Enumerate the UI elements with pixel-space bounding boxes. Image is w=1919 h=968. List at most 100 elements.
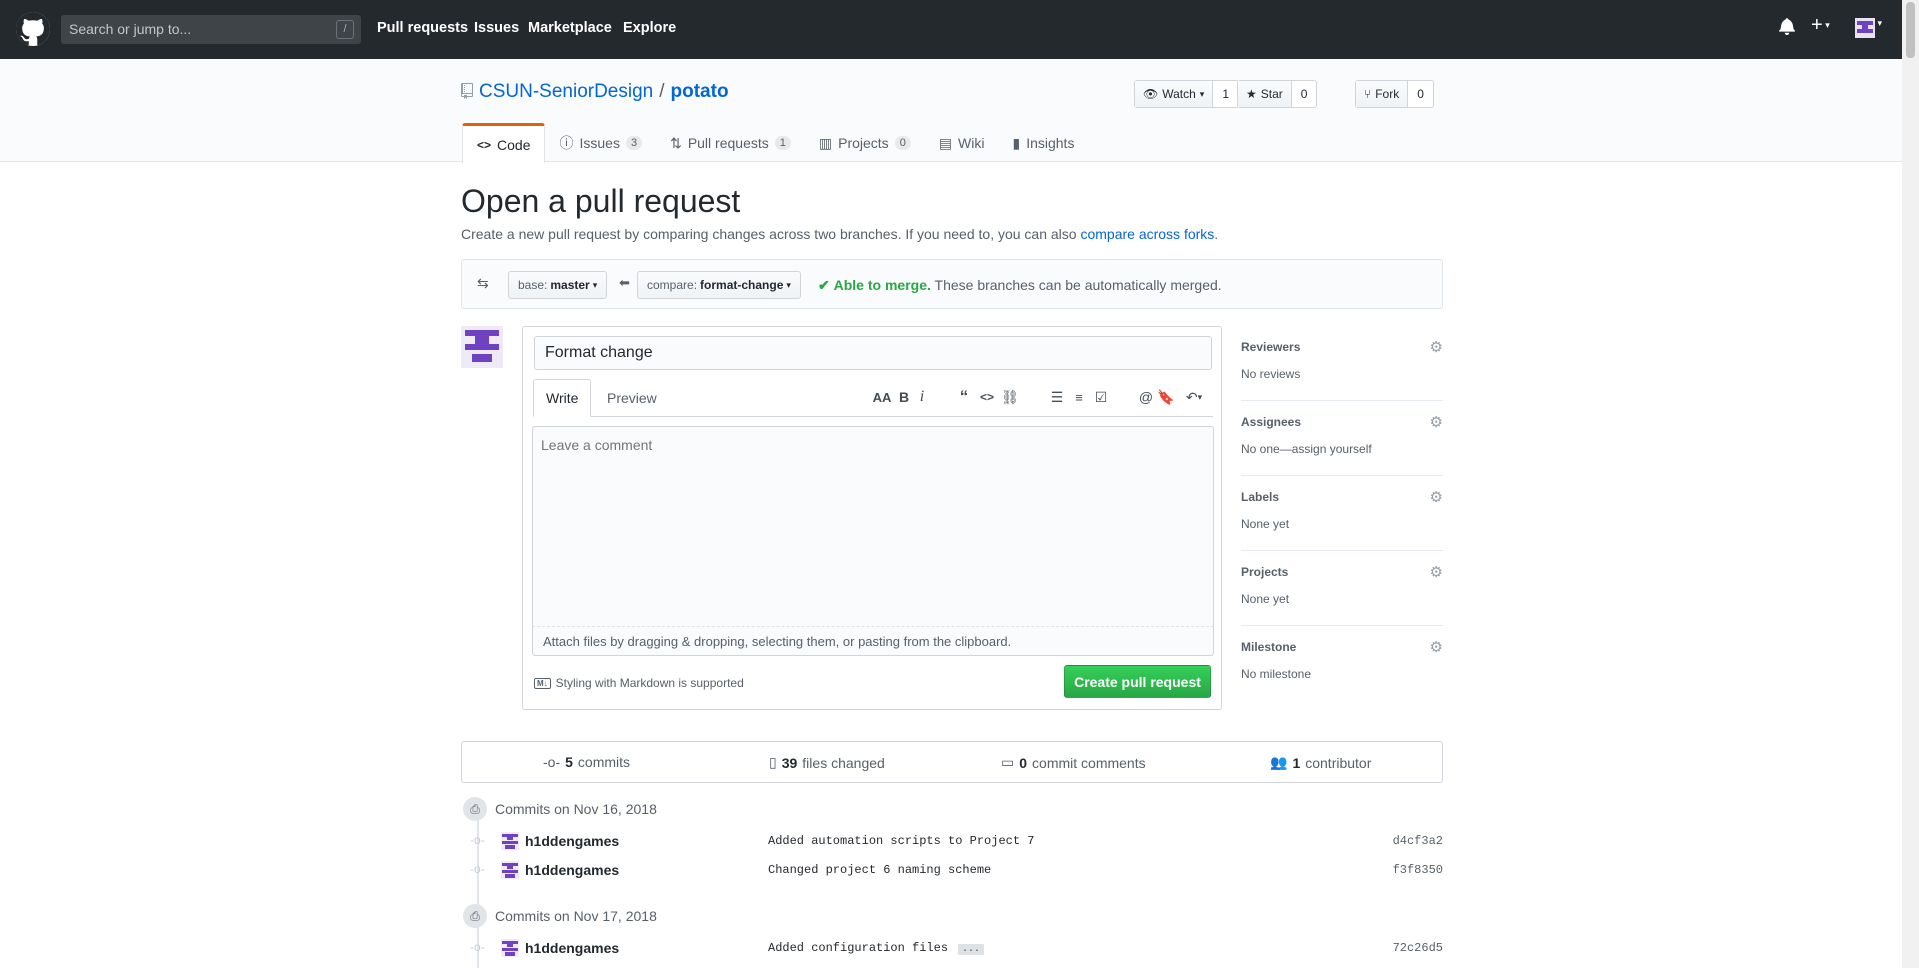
- code-icon[interactable]: <>: [976, 387, 998, 407]
- files-label: files changed: [802, 754, 885, 771]
- nav-pull-requests[interactable]: Pull requests: [377, 20, 468, 36]
- pull-requests-counter: 1: [774, 136, 791, 150]
- create-pull-request-button[interactable]: Create pull request: [1064, 665, 1211, 698]
- pr-title-input[interactable]: [534, 336, 1212, 370]
- star-count[interactable]: 0: [1292, 81, 1317, 107]
- ordered-list-icon[interactable]: ≡: [1068, 387, 1090, 407]
- compare-summary: -o- 5 commits ▯ 39 files changed ▭ 0 com…: [461, 741, 1443, 783]
- nav-issues[interactable]: Issues: [474, 20, 519, 36]
- eye-icon: 👁: [1143, 87, 1159, 101]
- repo-name-link[interactable]: potato: [671, 81, 729, 103]
- tab-insights[interactable]: ▮ Insights: [998, 123, 1088, 163]
- gear-icon[interactable]: ⚙: [1430, 338, 1443, 356]
- star-button[interactable]: ★ Star: [1238, 81, 1292, 107]
- italic-icon[interactable]: i: [911, 387, 933, 407]
- file-diff-icon: ▯: [769, 754, 777, 770]
- gear-icon[interactable]: ⚙: [1430, 488, 1443, 506]
- fork-button-group: ⑂ Fork 0: [1355, 80, 1434, 108]
- commit-author[interactable]: h1ddengames: [525, 833, 619, 849]
- search-placeholder: Search or jump to...: [69, 21, 192, 37]
- mention-icon[interactable]: @: [1135, 387, 1157, 407]
- tab-wiki[interactable]: ▤ Wiki: [925, 123, 999, 163]
- commits-tab[interactable]: -o- 5 commits: [543, 754, 630, 770]
- contributors-tab[interactable]: 👥 1 contributor: [1270, 754, 1371, 771]
- sidebar-value[interactable]: No one—assign yourself: [1241, 442, 1372, 456]
- files-count: 39: [781, 754, 798, 771]
- commit-message-group: Added configuration files...: [768, 941, 985, 955]
- repo-owner-link[interactable]: CSUN-SeniorDesign: [479, 81, 653, 103]
- nav-explore[interactable]: Explore: [623, 20, 676, 36]
- search-shortcut-hint: /: [336, 20, 354, 39]
- nav-marketplace[interactable]: Marketplace: [528, 20, 612, 36]
- gear-icon[interactable]: ⚙: [1430, 563, 1443, 581]
- sidebar-value: No reviews: [1241, 367, 1301, 381]
- task-list-icon[interactable]: ☑: [1090, 387, 1112, 407]
- tab-preview[interactable]: Preview: [595, 379, 669, 417]
- branch-range-editor: ⇆ base: master ▾ ⬅ compare: format-chang…: [461, 259, 1443, 309]
- comment-textarea[interactable]: [532, 426, 1214, 626]
- github-logo-icon[interactable]: [16, 12, 50, 46]
- merge-status: ✔ Able to merge. These branches can be a…: [818, 277, 1222, 294]
- fork-icon: ⑂: [1364, 87, 1372, 101]
- watch-count[interactable]: 1: [1213, 81, 1238, 107]
- repo-push-icon: ⎙: [463, 904, 487, 928]
- link-icon[interactable]: ⛓: [999, 387, 1021, 407]
- commit-sha[interactable]: f3f8350: [1393, 863, 1443, 877]
- bookmark-icon[interactable]: 🔖: [1155, 387, 1177, 407]
- tab-write[interactable]: Write: [533, 379, 592, 417]
- compare-branch-select[interactable]: compare: format-change ▾: [637, 271, 801, 299]
- tab-projects[interactable]: ▥ Projects 0: [805, 123, 925, 163]
- sidebar-assignees: Assignees ⚙ No one—assign yourself: [1241, 401, 1443, 476]
- quote-icon[interactable]: “: [953, 387, 975, 407]
- commit-author-avatar[interactable]: [501, 832, 519, 850]
- contributors-count: 1: [1292, 754, 1301, 771]
- tab-pull-requests[interactable]: ⇅ Pull requests 1: [656, 123, 805, 163]
- files-changed-tab[interactable]: ▯ 39 files changed: [769, 754, 885, 771]
- compare-switch-icon[interactable]: ⇆: [477, 275, 489, 292]
- sidebar-reviewers: Reviewers ⚙ No reviews: [1241, 326, 1443, 401]
- commit-message[interactable]: Added automation scripts to Project 7: [768, 834, 1034, 848]
- merge-status-label: Able to merge.: [833, 277, 931, 293]
- commit-group-header: ⎙ Commits on Nov 17, 2018: [463, 904, 657, 928]
- gear-icon[interactable]: ⚙: [1430, 638, 1443, 656]
- expand-commit-body-button[interactable]: ...: [958, 944, 985, 955]
- subtitle-text: Create a new pull request by comparing c…: [461, 226, 1077, 242]
- sidebar-value: No milestone: [1241, 667, 1312, 681]
- commit-sha[interactable]: d4cf3a2: [1393, 834, 1443, 848]
- notifications-bell-icon[interactable]: [1779, 17, 1795, 38]
- check-icon: ✔: [818, 277, 830, 293]
- star-icon: ★: [1246, 87, 1257, 101]
- commit-message[interactable]: Changed project 6 naming scheme: [768, 863, 991, 877]
- tab-code[interactable]: <> Code: [462, 123, 546, 163]
- scrollbar-thumb[interactable]: [1906, 2, 1915, 58]
- author-avatar[interactable]: [461, 326, 503, 368]
- page-scrollbar[interactable]: [1902, 0, 1919, 968]
- unordered-list-icon[interactable]: ☰: [1046, 387, 1068, 407]
- sidebar-value: None yet: [1241, 517, 1290, 531]
- commit-message[interactable]: Added configuration files: [768, 941, 948, 955]
- commit-comments-tab[interactable]: ▭ 0 commit comments: [1001, 754, 1146, 771]
- commit-author[interactable]: h1ddengames: [525, 940, 619, 956]
- text-size-icon[interactable]: AA: [871, 387, 893, 407]
- base-branch-select[interactable]: base: master ▾: [508, 271, 608, 299]
- global-header: Search or jump to... / Pull requests Iss…: [0, 0, 1919, 59]
- commit-row: -o- h1ddengames Changed project 6 naming…: [470, 860, 1443, 882]
- tab-issues[interactable]: ⓘ Issues 3: [545, 123, 656, 163]
- commit-author-avatar[interactable]: [501, 861, 519, 879]
- search-input[interactable]: Search or jump to... /: [61, 15, 361, 44]
- compare-prefix: compare:: [647, 278, 698, 292]
- user-avatar-menu[interactable]: ▾: [1855, 18, 1882, 41]
- watch-button[interactable]: 👁 Watch ▾: [1135, 81, 1214, 107]
- gear-icon[interactable]: ⚙: [1430, 413, 1443, 431]
- fork-button[interactable]: ⑂ Fork: [1356, 81, 1409, 107]
- markdown-help[interactable]: M↓ Styling with Markdown is supported: [534, 676, 744, 690]
- file-attach-zone[interactable]: Attach files by dragging & dropping, sel…: [532, 626, 1214, 656]
- compare-across-forks-link[interactable]: compare across forks: [1080, 226, 1214, 242]
- commit-sha[interactable]: 72c26d5: [1393, 941, 1443, 955]
- projects-counter: 0: [894, 136, 911, 150]
- fork-count[interactable]: 0: [1408, 81, 1433, 107]
- commit-author-avatar[interactable]: [501, 939, 519, 957]
- reply-icon[interactable]: ↶ ▾: [1179, 387, 1209, 407]
- commit-author[interactable]: h1ddengames: [525, 862, 619, 878]
- create-new-plus-icon[interactable]: + ▾: [1811, 14, 1830, 37]
